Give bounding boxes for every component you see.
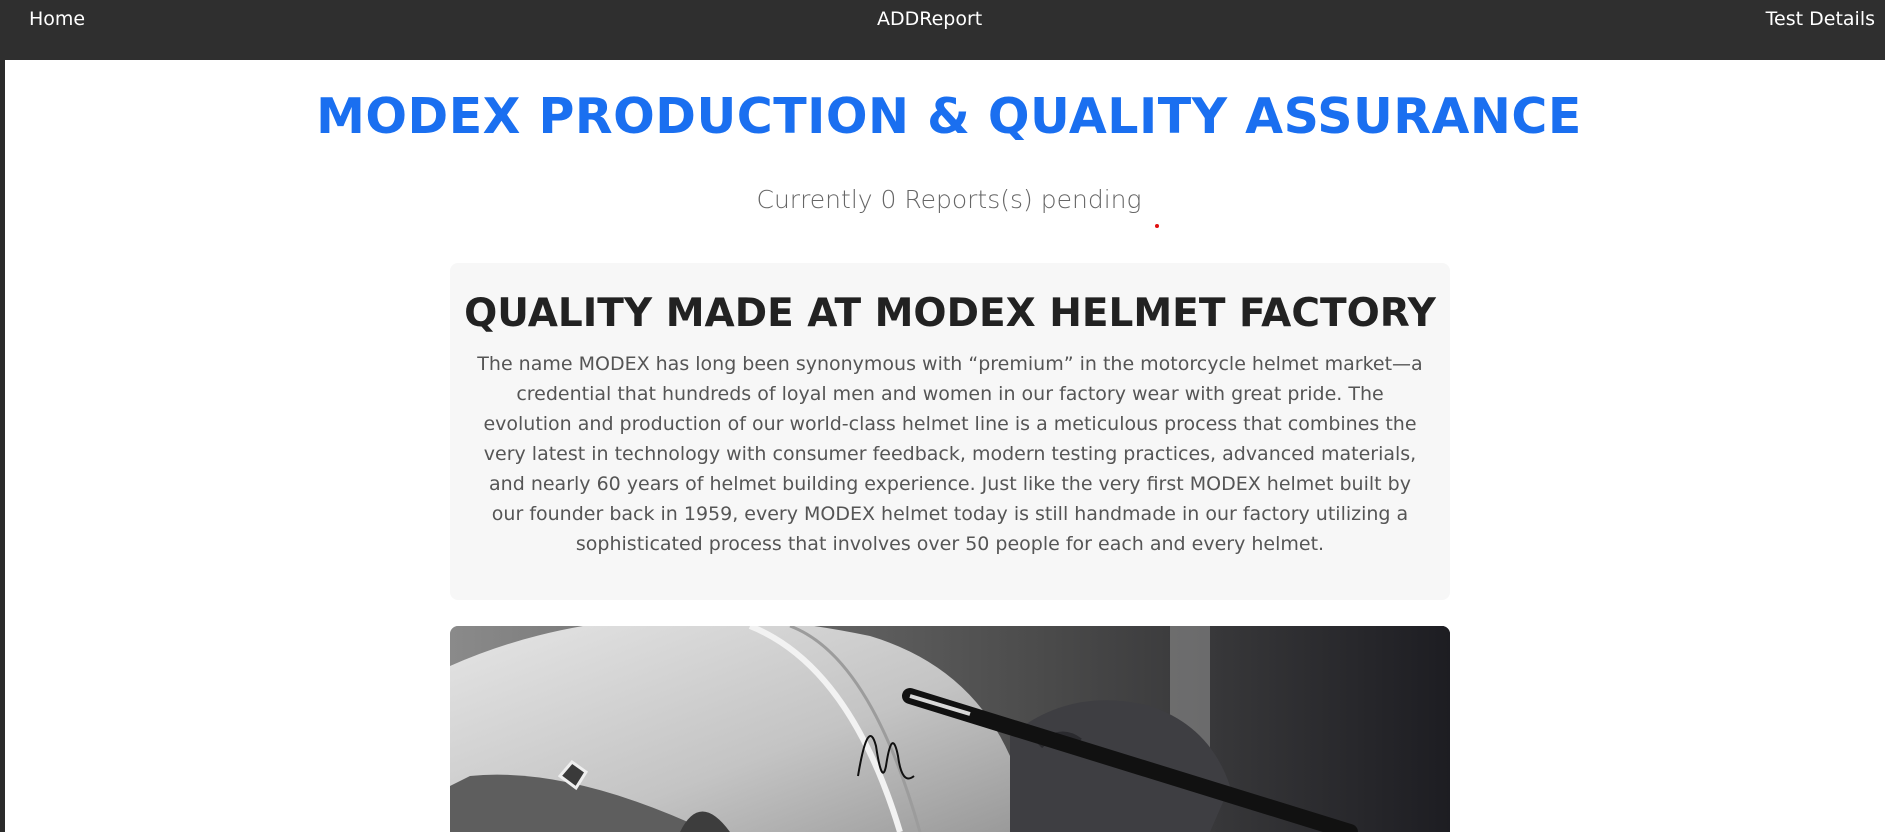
page-title: MODEX PRODUCTION & QUALITY ASSURANCE [316,88,1582,145]
quality-info-card: QUALITY MADE AT MODEX HELMET FACTORY The… [450,263,1450,600]
helmet-signing-photo [450,626,1450,832]
nav-test-details-link[interactable]: Test Details [1766,8,1875,30]
pending-reports-status: Currently 0 Reports(s) pending [756,185,1142,214]
top-navbar: Home ADDReport Test Details [0,0,1885,60]
card-heading: QUALITY MADE AT MODEX HELMET FACTORY [464,291,1436,336]
nav-home-link[interactable]: Home [29,8,85,30]
cursor-dot [1155,224,1159,228]
nav-add-report-link[interactable]: ADDReport [877,8,982,30]
card-body-text: The name MODEX has long been synonymous … [477,353,1423,555]
